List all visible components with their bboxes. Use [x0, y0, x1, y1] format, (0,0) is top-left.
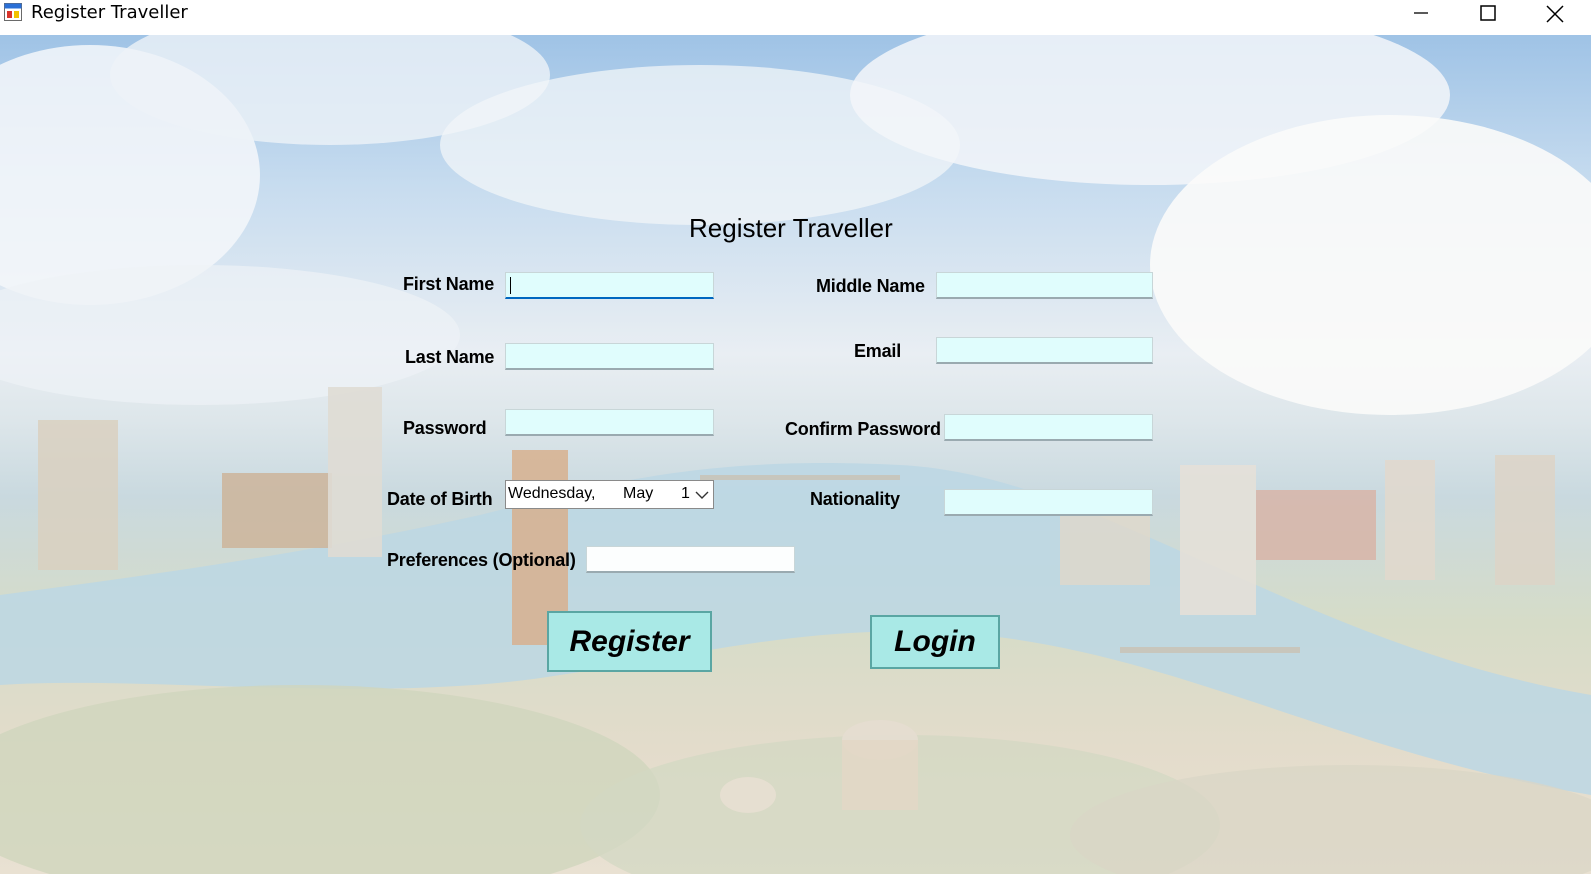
- confirm-password-label: Confirm Password: [785, 419, 941, 439]
- dob-month: May: [623, 485, 654, 502]
- preferences-label: Preferences (Optional): [387, 550, 576, 570]
- email-label: Email: [854, 341, 902, 361]
- minimize-button[interactable]: [1388, 0, 1454, 30]
- middle-name-label: Middle Name: [816, 276, 925, 296]
- dob-weekday: Wednesday,: [508, 485, 596, 502]
- last-name-label: Last Name: [405, 347, 495, 367]
- confirm-password-input[interactable]: [944, 414, 1153, 441]
- email-input[interactable]: [936, 337, 1153, 364]
- last-name-input[interactable]: [505, 343, 714, 370]
- maximize-button[interactable]: [1455, 0, 1521, 30]
- form-client-area: Register Traveller First Name Middle Nam…: [0, 35, 1591, 874]
- window-title: Register Traveller: [31, 2, 188, 23]
- date-of-birth-picker[interactable]: Wednesday, May 1: [505, 480, 714, 509]
- first-name-label: First Name: [403, 274, 495, 294]
- form-heading: Register Traveller: [689, 213, 893, 243]
- maximize-icon: [1480, 5, 1496, 21]
- middle-name-input[interactable]: [936, 272, 1153, 299]
- city-background-image: [0, 35, 1591, 874]
- nationality-label: Nationality: [810, 489, 900, 509]
- nationality-input[interactable]: [944, 489, 1153, 516]
- password-label: Password: [403, 418, 487, 438]
- preferences-input[interactable]: [586, 546, 795, 573]
- login-button[interactable]: Login: [870, 615, 1000, 669]
- date-of-birth-label: Date of Birth: [387, 489, 493, 509]
- title-bar: Register Traveller: [0, 0, 1591, 35]
- chevron-down-icon[interactable]: [695, 490, 709, 500]
- close-icon: [1546, 5, 1564, 23]
- register-button[interactable]: Register: [547, 611, 712, 672]
- close-button[interactable]: [1522, 0, 1591, 30]
- password-input[interactable]: [505, 409, 714, 436]
- dob-day: 1: [681, 485, 690, 502]
- form-window-icon: [4, 3, 22, 21]
- minimize-icon: [1414, 12, 1428, 14]
- first-name-input[interactable]: [505, 272, 714, 299]
